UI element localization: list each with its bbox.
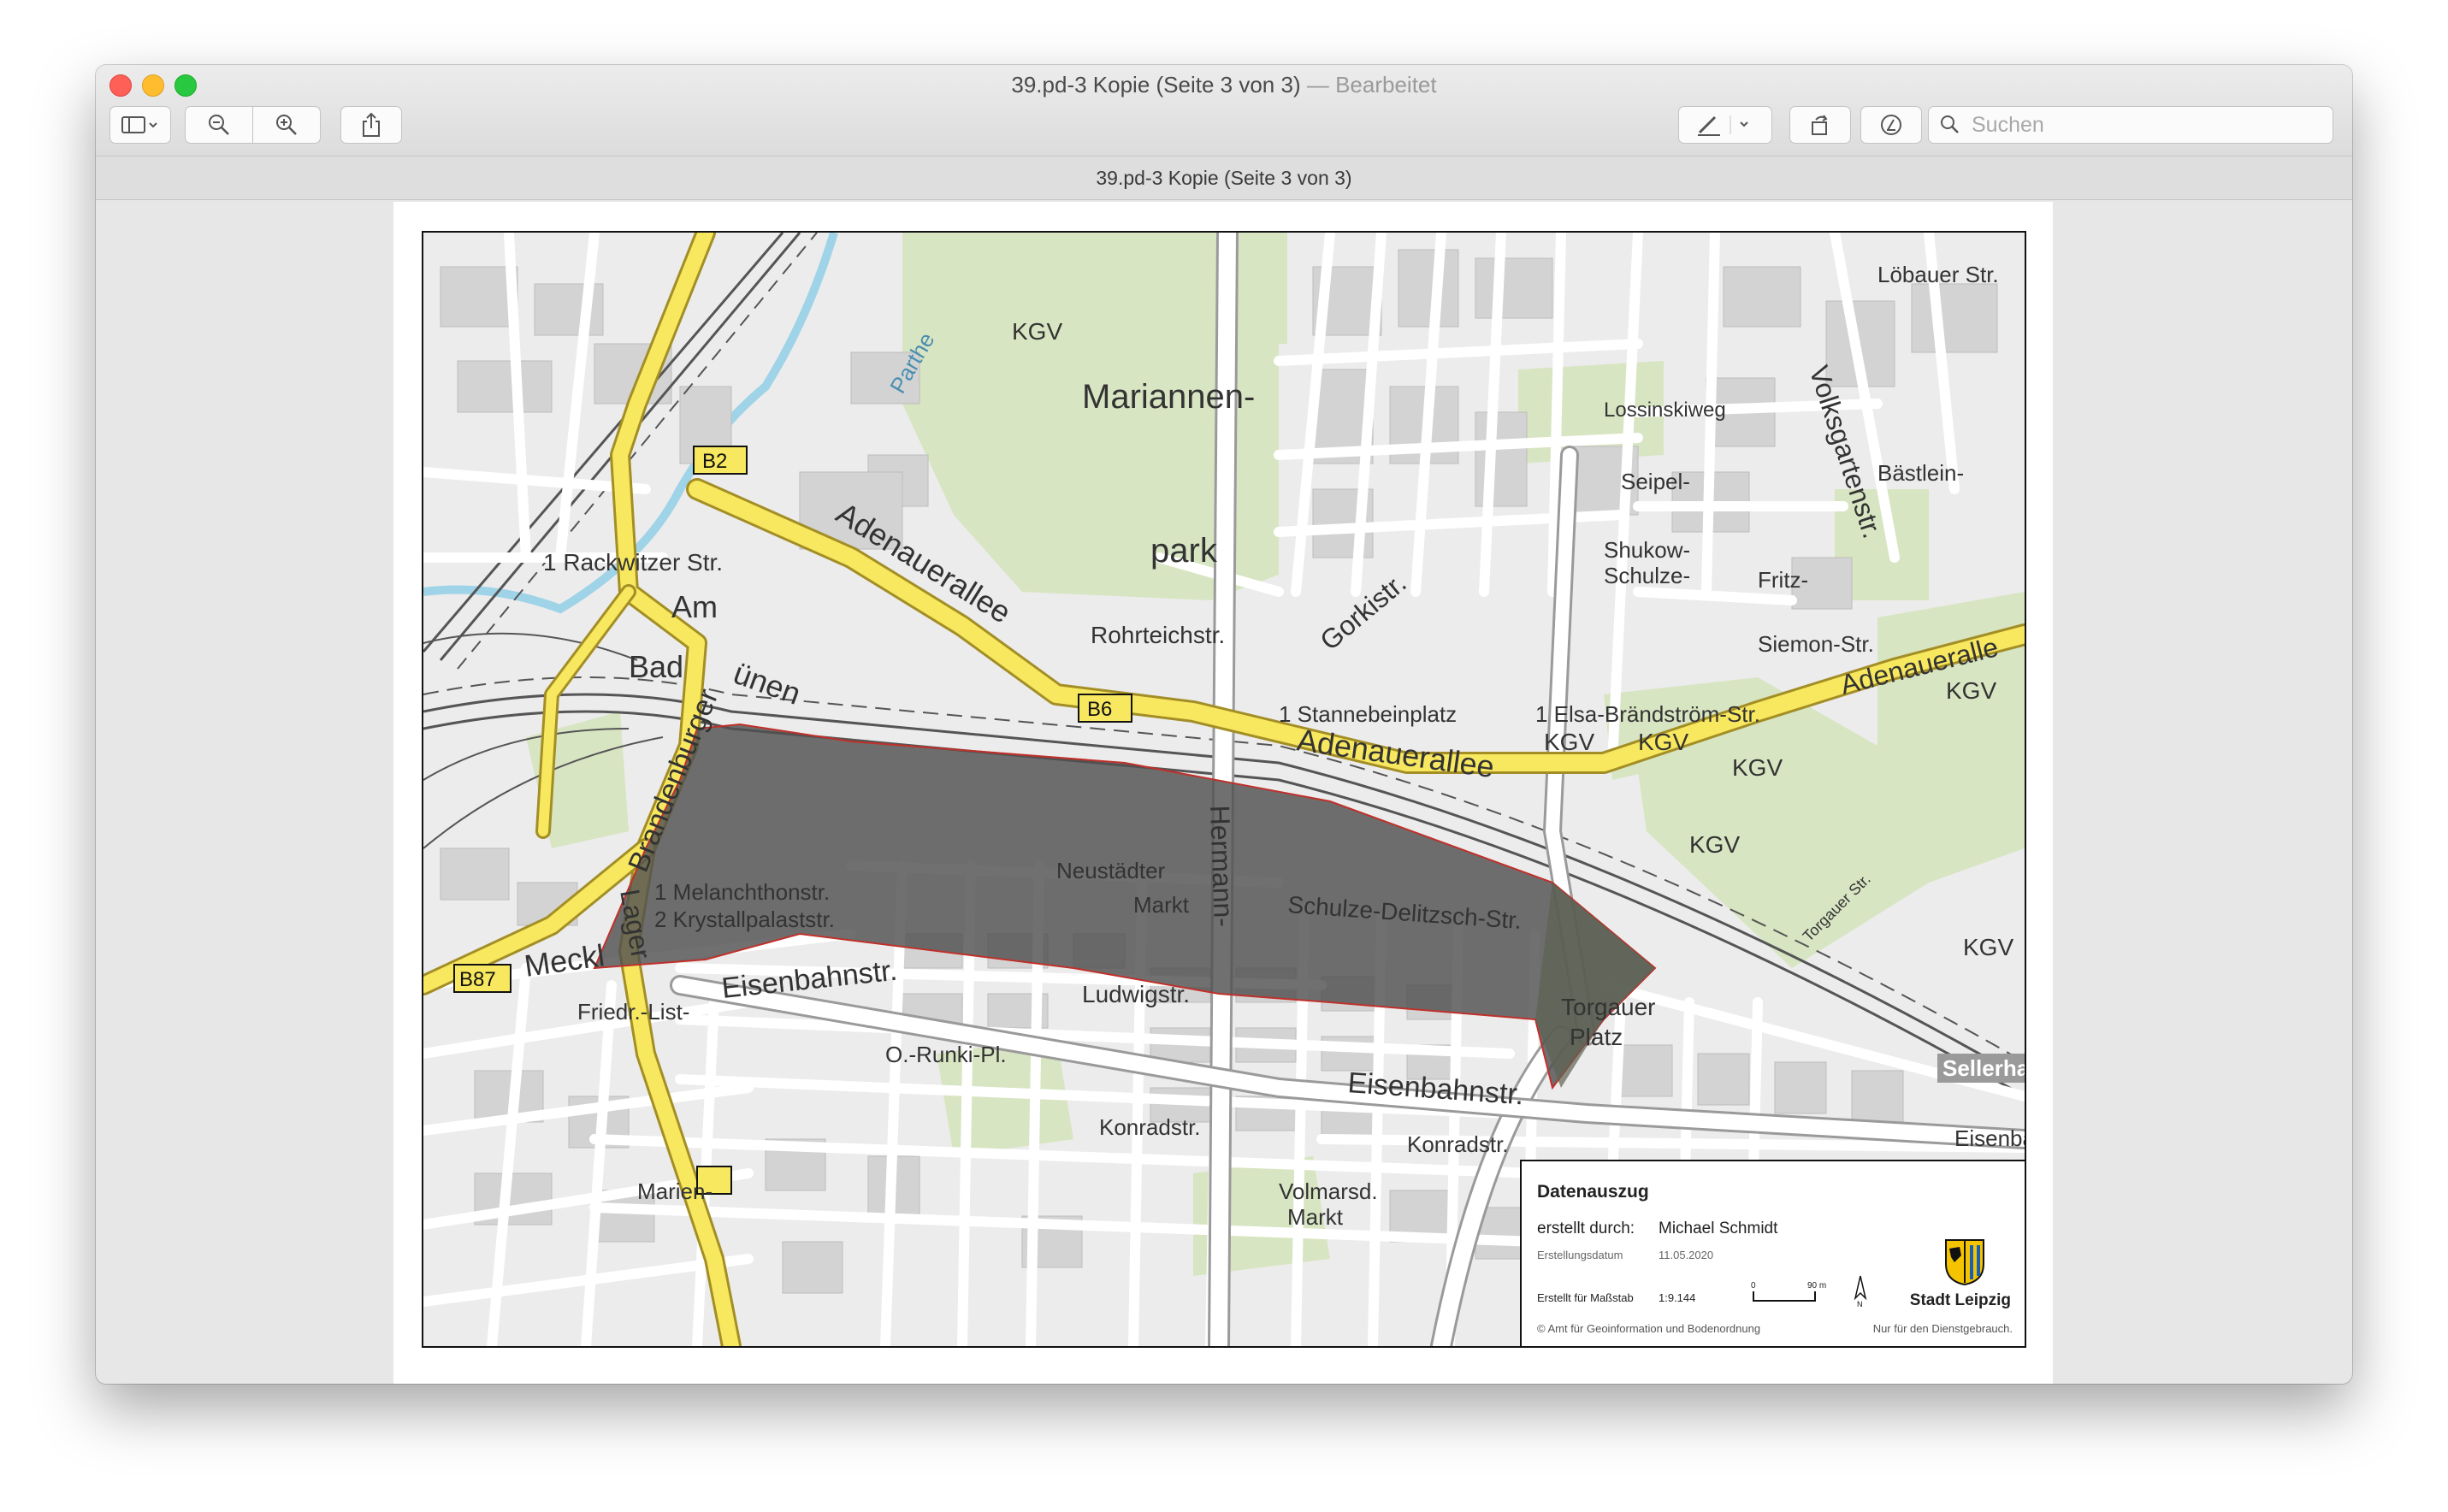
label-am: Am (671, 589, 718, 624)
label-sellerhausen: Sellerha (1942, 1055, 2025, 1081)
preview-window: 39.pd-3 Kopie (Seite 3 von 3) — Bearbeit… (96, 65, 2352, 1384)
legend-city: Stadt Leipzig (1909, 1291, 2011, 1309)
label-mariannen: Mariannen- (1082, 378, 1255, 416)
scale-bar (1753, 1291, 1816, 1302)
label-torgauer: Torgauer (1561, 994, 1656, 1020)
sidebar-icon (121, 116, 157, 133)
label-konradstr-2: Konradstr. (1407, 1131, 1509, 1157)
map-frame: B2 B6 B87 KGV KGV KGV KGV KGV KGV KGV Ma… (422, 231, 2026, 1348)
label-elsa: 1 Elsa-Brändström-Str. (1535, 701, 1760, 727)
label-platz: Platz (1570, 1024, 1623, 1050)
annotate-button[interactable] (1860, 106, 1922, 144)
title-separator: — (1306, 72, 1329, 97)
markup-circle-icon (1881, 115, 1901, 135)
search-field[interactable] (1928, 106, 2333, 144)
pdf-page[interactable]: B2 B6 B87 KGV KGV KGV KGV KGV KGV KGV Ma… (393, 202, 2053, 1384)
label-rohrteichstr: Rohrteichstr. (1091, 622, 1225, 648)
label-o-runki: O.-Runki-Pl. (885, 1042, 1007, 1067)
search-icon (1941, 115, 1959, 133)
label-bad: Bad (629, 649, 683, 684)
label-kgv-6: KGV (1963, 934, 2013, 960)
legend-created-by: Michael Schmidt (1659, 1220, 1778, 1237)
label-siemon: Siemon-Str. (1758, 631, 1874, 657)
legend-scale-label: Erstellt für Maßstab (1537, 1291, 1634, 1304)
zoom-out-icon (209, 115, 229, 135)
label-park: park (1150, 532, 1218, 570)
label-kgv-1: KGV (1012, 318, 1062, 345)
label-b6: B6 (1087, 698, 1112, 721)
north-label: N (1857, 1300, 1863, 1308)
label-rackwitzer: 1 Rackwitzer Str. (543, 549, 723, 576)
label-b87: B87 (459, 968, 496, 991)
title-bar: 39.pd-3 Kopie (Seite 3 von 3) — Bearbeit… (96, 65, 2352, 157)
label-b2: B2 (702, 450, 727, 473)
label-melanchthon: 1 Melanchthonstr. (654, 879, 830, 905)
zoom-in-button[interactable] (252, 106, 321, 144)
label-seipel: Seipel- (1621, 469, 1690, 494)
label-kgv-5: KGV (1689, 831, 1740, 858)
legend-title: Datenauszug (1537, 1182, 1649, 1202)
legend-date-label: Erstellungsdatum (1537, 1249, 1623, 1261)
rotate-icon (1812, 115, 1828, 135)
label-schulze: Schulze- (1604, 563, 1690, 588)
sidebar-button[interactable] (109, 106, 171, 144)
label-lossinskiweg: Lossinskiweg (1604, 399, 1726, 422)
search-input[interactable] (1970, 111, 2315, 139)
legend-note: Nur für den Dienstgebrauch. (1872, 1322, 2013, 1335)
label-konradstr: Konradstr. (1099, 1114, 1201, 1140)
label-krystallpalast: 2 Krystallpalaststr. (654, 907, 835, 932)
label-marienplatz: Marien- (637, 1178, 713, 1204)
share-icon (363, 112, 380, 137)
label-baslein: Bästlein- (1877, 460, 1964, 486)
label-ludwigstr: Ludwigstr. (1082, 981, 1190, 1007)
rotate-button[interactable] (1789, 106, 1851, 144)
label-kgv-2: KGV (1544, 729, 1594, 755)
markup-pen-button[interactable] (1678, 106, 1772, 144)
window-title-text: 39.pd-3 Kopie (Seite 3 von 3) (1011, 72, 1301, 97)
legend-date: 11.05.2020 (1659, 1249, 1714, 1261)
label-kgv-7: KGV (1946, 677, 1996, 704)
title-status: Bearbeitet (1335, 72, 1437, 97)
label-friedr-list: Friedr.-List- (577, 999, 689, 1025)
label-neustaedter: Neustädter (1056, 858, 1166, 883)
pen-icon (1698, 115, 1748, 136)
legend-created-by-label: erstellt durch: (1537, 1220, 1635, 1237)
label-shukow: Shukow- (1604, 537, 1690, 563)
label-eisenba: Eisenba (1954, 1125, 2025, 1151)
label-kgv-4: KGV (1732, 754, 1783, 781)
legend-copyright: © Amt für Geoinformation und Bodenordnun… (1537, 1322, 1761, 1335)
label-volmarsd-markt: Markt (1287, 1204, 1344, 1230)
zoom-out-button[interactable] (185, 106, 253, 144)
legend-scale-max: 90 m (1807, 1281, 1827, 1291)
label-hermann: Hermann- (1204, 805, 1239, 927)
label-markt: Markt (1133, 892, 1190, 918)
label-loebauer: Löbauer Str. (1877, 262, 1999, 287)
label-stannebeinplatz: 1 Stannebeinplatz (1279, 701, 1457, 727)
legend-scale: 1:9.144 (1659, 1291, 1696, 1304)
document-title-bar: 39.pd-3 Kopie (Seite 3 von 3) (96, 157, 2352, 200)
window-title: 39.pd-3 Kopie (Seite 3 von 3) — Bearbeit… (96, 72, 2352, 98)
zoom-in-icon (276, 115, 297, 135)
label-fritz: Fritz- (1758, 567, 1808, 593)
map-legend: Datenauszug erstellt durch: Michael Schm… (1520, 1160, 2025, 1346)
share-button[interactable] (340, 106, 402, 144)
label-kgv-3: KGV (1638, 729, 1688, 755)
north-arrow-icon: N (1850, 1274, 1871, 1313)
label-volmarsd: Volmarsd. (1279, 1178, 1378, 1204)
city-crest-icon (1944, 1238, 1985, 1291)
legend-scale-zero: 0 (1751, 1281, 1756, 1291)
